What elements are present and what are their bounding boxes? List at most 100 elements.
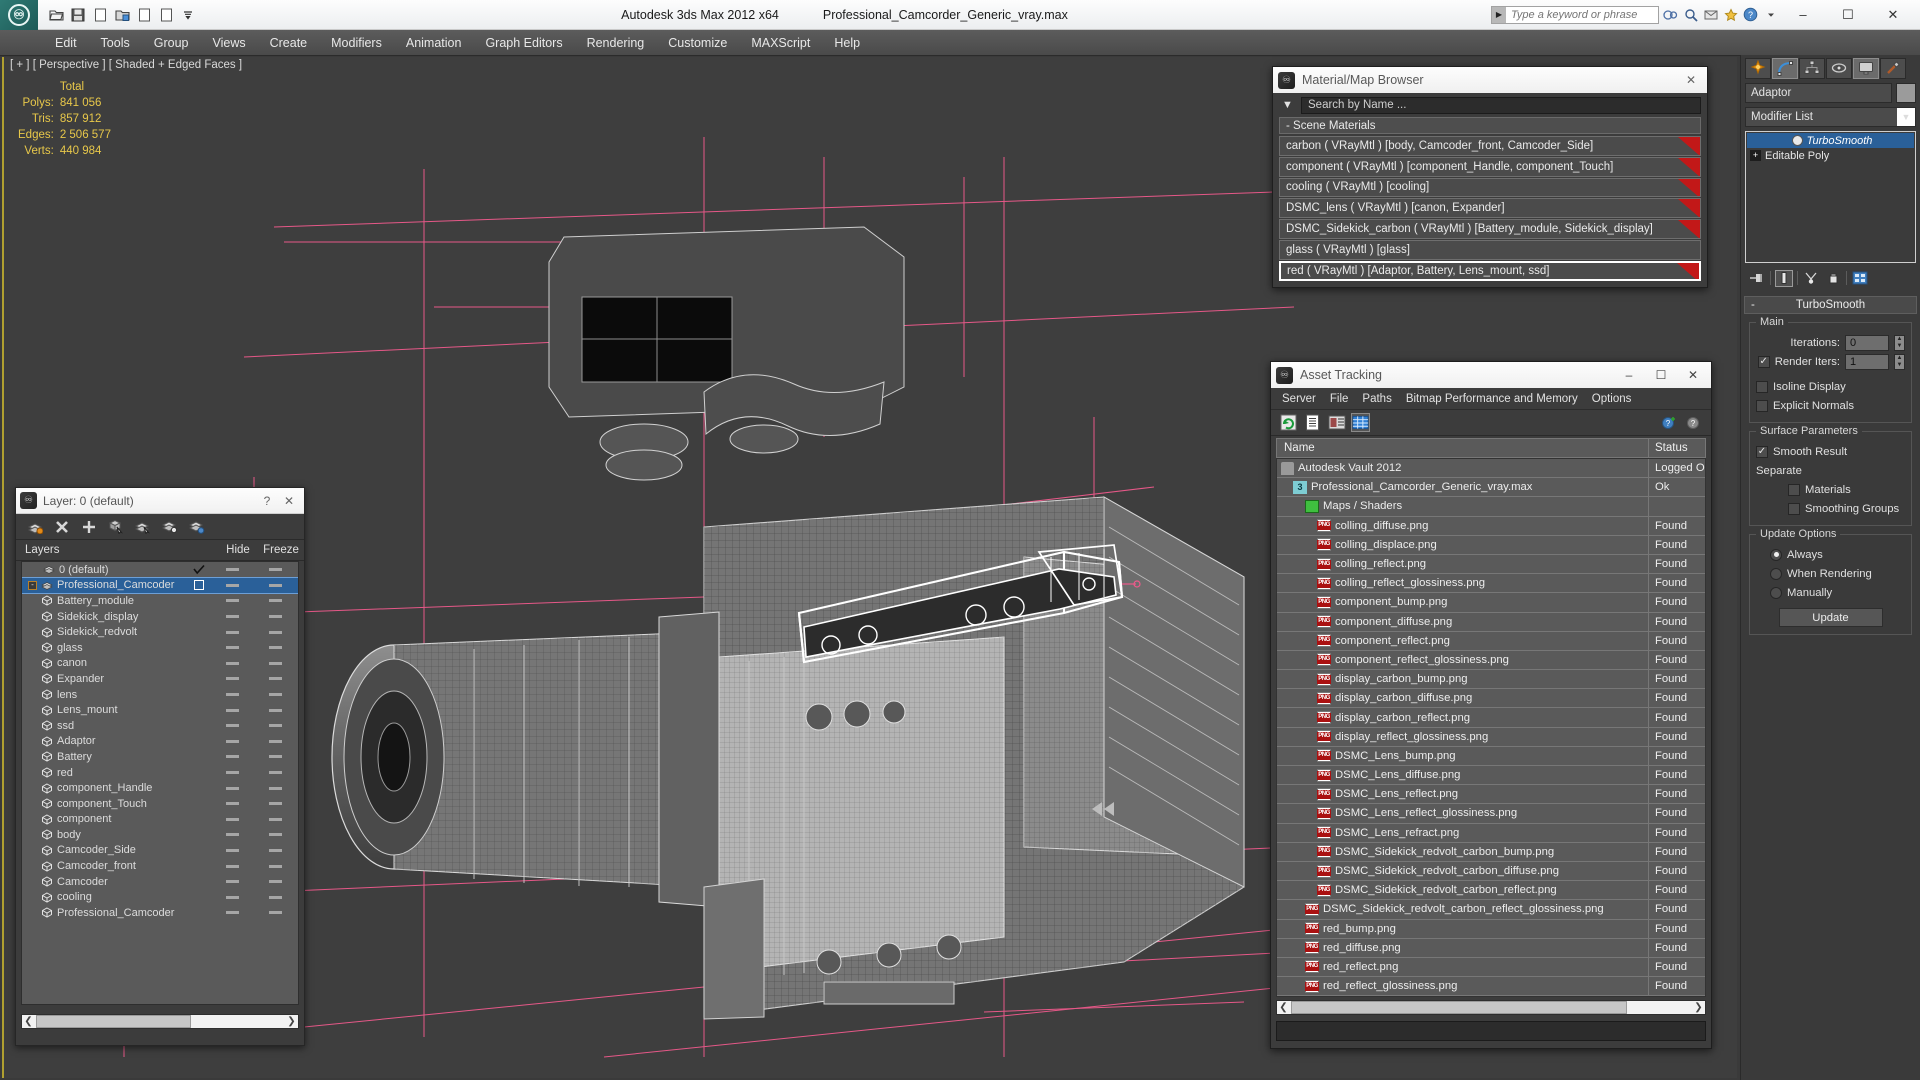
layer-row[interactable]: component: [22, 812, 298, 828]
layer-help-button[interactable]: ?: [256, 494, 278, 508]
asset-menu-paths[interactable]: Paths: [1355, 391, 1398, 407]
layer-row[interactable]: Battery_module: [22, 593, 298, 609]
add-selection-to-layer-icon[interactable]: [80, 518, 97, 535]
object-color-swatch[interactable]: [1896, 83, 1916, 103]
asset-row[interactable]: PNG display_reflect_glossiness.png Found: [1277, 727, 1705, 747]
isoline-display-checkbox[interactable]: [1756, 380, 1768, 393]
menu-item-tools[interactable]: Tools: [90, 33, 141, 53]
material-browser-menu-icon[interactable]: ▼: [1279, 99, 1296, 111]
asset-close-button[interactable]: ✕: [1677, 363, 1709, 387]
layer-hide-toggle[interactable]: [212, 786, 252, 790]
layer-hide-toggle[interactable]: [212, 895, 252, 899]
layer-hide-toggle[interactable]: [212, 755, 252, 759]
menu-item-modifiers[interactable]: Modifiers: [320, 33, 393, 53]
display-tab[interactable]: [1853, 57, 1879, 79]
layer-freeze-toggle[interactable]: [252, 583, 298, 587]
material-row[interactable]: red ( VRayMtl ) [Adaptor, Battery, Lens_…: [1279, 260, 1701, 281]
layer-row[interactable]: Camcoder_front: [22, 858, 298, 874]
asset-row[interactable]: PNG component_reflect.png Found: [1277, 631, 1705, 651]
asset-row[interactable]: 3 Professional_Camcorder_Generic_vray.max…: [1277, 478, 1705, 498]
modifier-expand-icon[interactable]: +: [1750, 150, 1761, 161]
rollup-collapse-icon[interactable]: -: [1751, 299, 1755, 311]
menu-item-help[interactable]: Help: [823, 33, 871, 53]
asset-row[interactable]: PNG DSMC_Lens_diffuse.png Found: [1277, 766, 1705, 786]
remove-modifier-icon[interactable]: [1824, 270, 1842, 287]
layer-freeze-toggle[interactable]: [252, 771, 298, 775]
layer-row[interactable]: Sidekick_redvolt: [22, 624, 298, 640]
asset-row[interactable]: Maps / Shaders: [1277, 497, 1705, 517]
layer-hide-toggle[interactable]: [212, 771, 252, 775]
layer-current-toggle[interactable]: [186, 564, 212, 575]
layer-list[interactable]: 0 (default) - Professional_Camcoder Battery…: [21, 561, 299, 1005]
layer-freeze-toggle[interactable]: [252, 599, 298, 603]
asset-row[interactable]: PNG DSMC_Sidekick_redvolt_carbon_reflect.…: [1277, 881, 1705, 901]
explicit-normals-checkbox[interactable]: [1756, 399, 1768, 412]
asset-row[interactable]: PNG component_bump.png Found: [1277, 593, 1705, 613]
modifier-list-dropdown[interactable]: Modifier List ▼: [1745, 107, 1916, 127]
asset-row[interactable]: PNG DSMC_Lens_bump.png Found: [1277, 746, 1705, 766]
iterations-spinner[interactable]: ▲ ▼: [1894, 334, 1905, 351]
favorites-icon[interactable]: [1722, 6, 1739, 23]
layer-row[interactable]: Camcoder_Side: [22, 843, 298, 859]
layer-row[interactable]: component_Handle: [22, 780, 298, 796]
layer-expander-icon[interactable]: -: [28, 580, 37, 590]
list-view-icon[interactable]: [1303, 413, 1322, 432]
asset-row[interactable]: PNG red_reflect.png Found: [1277, 957, 1705, 978]
smooth-result-checkbox[interactable]: ✓: [1756, 445, 1768, 458]
modify-tab[interactable]: [1772, 57, 1798, 79]
pin-stack-icon[interactable]: [1748, 270, 1766, 287]
material-search-input[interactable]: Search by Name ...: [1301, 96, 1701, 114]
set-project-folder-icon[interactable]: [112, 5, 132, 25]
layer-freeze-toggle[interactable]: [252, 911, 298, 915]
motion-tab[interactable]: [1826, 57, 1852, 79]
layer-row[interactable]: 0 (default): [22, 562, 298, 578]
layer-scroll-right-icon[interactable]: ❯: [285, 1016, 298, 1027]
layer-freeze-toggle[interactable]: [252, 833, 298, 837]
layer-freeze-toggle[interactable]: [252, 724, 298, 728]
asset-horizontal-scrollbar[interactable]: ❮ ❯: [1276, 1000, 1706, 1016]
layer-freeze-toggle[interactable]: [252, 677, 298, 681]
create-tab[interactable]: [1745, 57, 1771, 79]
asset-list[interactable]: Autodesk Vault 2012 Logged O 3 Professional…: [1276, 458, 1706, 998]
layer-horizontal-scrollbar[interactable]: ❮ ❯: [21, 1013, 299, 1029]
detail-view-icon[interactable]: [1327, 413, 1346, 432]
asset-row[interactable]: PNG DSMC_Sidekick_redvolt_carbon_bump.png…: [1277, 842, 1705, 862]
layer-properties-icon[interactable]: [188, 518, 205, 535]
highlight-selected-objects-icon[interactable]: [161, 518, 178, 535]
layer-hide-toggle[interactable]: [212, 817, 252, 821]
layer-row[interactable]: red: [22, 765, 298, 781]
menu-item-edit[interactable]: Edit: [44, 33, 88, 53]
layer-close-button[interactable]: ✕: [278, 494, 300, 508]
layer-freeze-toggle[interactable]: [252, 802, 298, 806]
asset-row[interactable]: PNG red_reflect_glossiness.png Found: [1277, 977, 1705, 997]
layer-hide-toggle[interactable]: [212, 568, 252, 572]
asset-row[interactable]: PNG display_carbon_diffuse.png Found: [1277, 689, 1705, 709]
layer-hide-toggle[interactable]: [212, 677, 252, 681]
layer-hide-toggle[interactable]: [212, 661, 252, 665]
layer-hide-toggle[interactable]: [212, 615, 252, 619]
render-iters-value[interactable]: 1: [1845, 353, 1889, 370]
asset-row[interactable]: PNG colling_reflect.png Found: [1277, 554, 1705, 575]
layer-scroll-thumb[interactable]: [36, 1014, 191, 1028]
update-button[interactable]: Update: [1778, 608, 1883, 627]
keyword-search-box[interactable]: ▶: [1491, 5, 1659, 24]
material-row[interactable]: cooling ( VRayMtl ) [cooling]: [1279, 177, 1701, 198]
asset-row[interactable]: PNG red_bump.png Found: [1277, 919, 1705, 939]
qat-dropdown-icon[interactable]: [178, 5, 198, 25]
layer-hide-toggle[interactable]: [212, 646, 252, 650]
turbosmooth-rollup-header[interactable]: - TurboSmooth: [1744, 296, 1917, 314]
menu-item-views[interactable]: Views: [201, 33, 256, 53]
layer-row[interactable]: lens: [22, 687, 298, 703]
new-scene-icon[interactable]: [90, 5, 110, 25]
layer-row[interactable]: Camcoder: [22, 874, 298, 890]
layer-row[interactable]: Adaptor: [22, 734, 298, 750]
show-end-result-icon[interactable]: [1775, 269, 1793, 287]
menu-item-graph-editors[interactable]: Graph Editors: [474, 33, 573, 53]
configure-modifier-sets-icon[interactable]: [1851, 270, 1869, 287]
help-icon[interactable]: ?: [1684, 413, 1703, 432]
layer-freeze-toggle[interactable]: [252, 568, 298, 572]
asset-minimize-button[interactable]: –: [1613, 363, 1645, 387]
asset-menu-file[interactable]: File: [1323, 391, 1356, 407]
layer-freeze-toggle[interactable]: [252, 895, 298, 899]
render-iters-spinner[interactable]: ▲ ▼: [1894, 353, 1905, 370]
